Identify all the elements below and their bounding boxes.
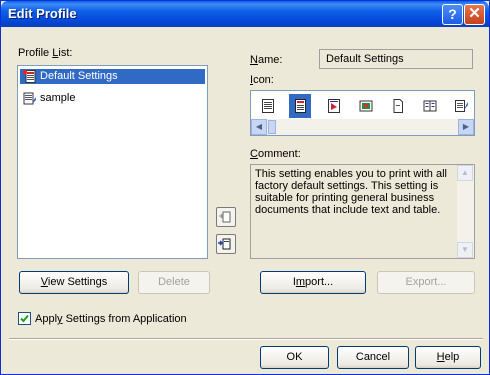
apply-settings-checkbox[interactable] — [18, 312, 31, 325]
window-title: Edit Profile — [8, 6, 77, 21]
icon-option[interactable] — [323, 94, 345, 118]
scroll-right-button[interactable]: ▶ — [458, 119, 474, 135]
delete-button[interactable]: Delete — [138, 271, 210, 294]
default-profile-icon — [23, 70, 36, 83]
chevron-up-icon: ▲ — [461, 168, 469, 177]
list-item-label: sample — [40, 92, 76, 104]
icon-option[interactable] — [450, 94, 472, 118]
scroll-up-button[interactable]: ▲ — [457, 165, 473, 181]
chevron-right-icon: ▶ — [462, 122, 470, 131]
help-button[interactable]: Help — [415, 346, 481, 369]
icon-picker[interactable]: ◀ ▶ — [250, 90, 475, 136]
title-bar[interactable]: Edit Profile ? ✕ — [1, 1, 489, 27]
image-icon — [359, 100, 373, 112]
icon-option[interactable] — [419, 94, 441, 118]
help-title-button[interactable]: ? — [442, 4, 463, 25]
close-icon: ✕ — [468, 5, 481, 22]
edit-profile-dialog: Edit Profile ? ✕ Profile List: Default S… — [0, 0, 490, 375]
sample-profile-icon — [23, 92, 36, 105]
scroll-thumb[interactable] — [268, 120, 276, 134]
save-to-list-button[interactable] — [216, 234, 236, 254]
ok-button[interactable]: OK — [260, 346, 329, 369]
import-button[interactable]: Import... — [260, 271, 366, 294]
icon-label: Icon: — [250, 74, 274, 86]
separator — [9, 338, 483, 340]
comment-field[interactable]: This setting enables you to print with a… — [250, 164, 475, 259]
comment-label: Comment: — [250, 148, 301, 160]
profile-list-label: Profile List: — [18, 47, 73, 59]
icon-horizontal-scrollbar[interactable]: ◀ ▶ — [251, 119, 474, 135]
view-settings-button[interactable]: View Settings — [19, 271, 129, 294]
scroll-left-button[interactable]: ◀ — [251, 119, 267, 135]
page-icon — [393, 99, 403, 113]
chevron-down-icon: ▼ — [461, 245, 469, 254]
profile-list[interactable]: Default Settings sample — [17, 65, 208, 259]
scroll-down-button[interactable]: ▼ — [457, 242, 473, 258]
list-item-label: Default Settings — [40, 70, 118, 82]
apply-settings-label[interactable]: Apply Settings from Application — [35, 313, 187, 325]
comment-text: This setting enables you to print with a… — [255, 168, 447, 216]
icon-option-selected[interactable] — [289, 94, 311, 118]
list-item-default-settings[interactable]: Default Settings — [20, 69, 205, 84]
question-icon: ? — [448, 6, 457, 22]
notepad-icon — [455, 100, 468, 112]
document-red-icon — [295, 99, 306, 113]
add-to-list-button[interactable] — [216, 207, 236, 227]
print-layout-icon — [328, 99, 340, 113]
checkmark-icon — [20, 314, 29, 323]
cancel-button[interactable]: Cancel — [337, 346, 409, 369]
close-button[interactable]: ✕ — [464, 4, 485, 25]
document-icon — [262, 99, 274, 113]
name-label: Name: — [250, 54, 283, 66]
add-profile-icon — [219, 211, 231, 223]
list-item-sample[interactable]: sample — [20, 91, 205, 106]
two-page-icon — [423, 100, 437, 112]
icon-option[interactable] — [257, 94, 279, 118]
chevron-left-icon: ◀ — [255, 122, 263, 131]
save-profile-icon — [218, 238, 231, 250]
icon-option[interactable] — [355, 94, 377, 118]
name-field[interactable]: Default Settings — [319, 49, 473, 69]
icon-option[interactable] — [387, 94, 409, 118]
comment-vertical-scrollbar[interactable]: ▲ ▼ — [457, 165, 474, 258]
export-button[interactable]: Export... — [377, 271, 475, 294]
